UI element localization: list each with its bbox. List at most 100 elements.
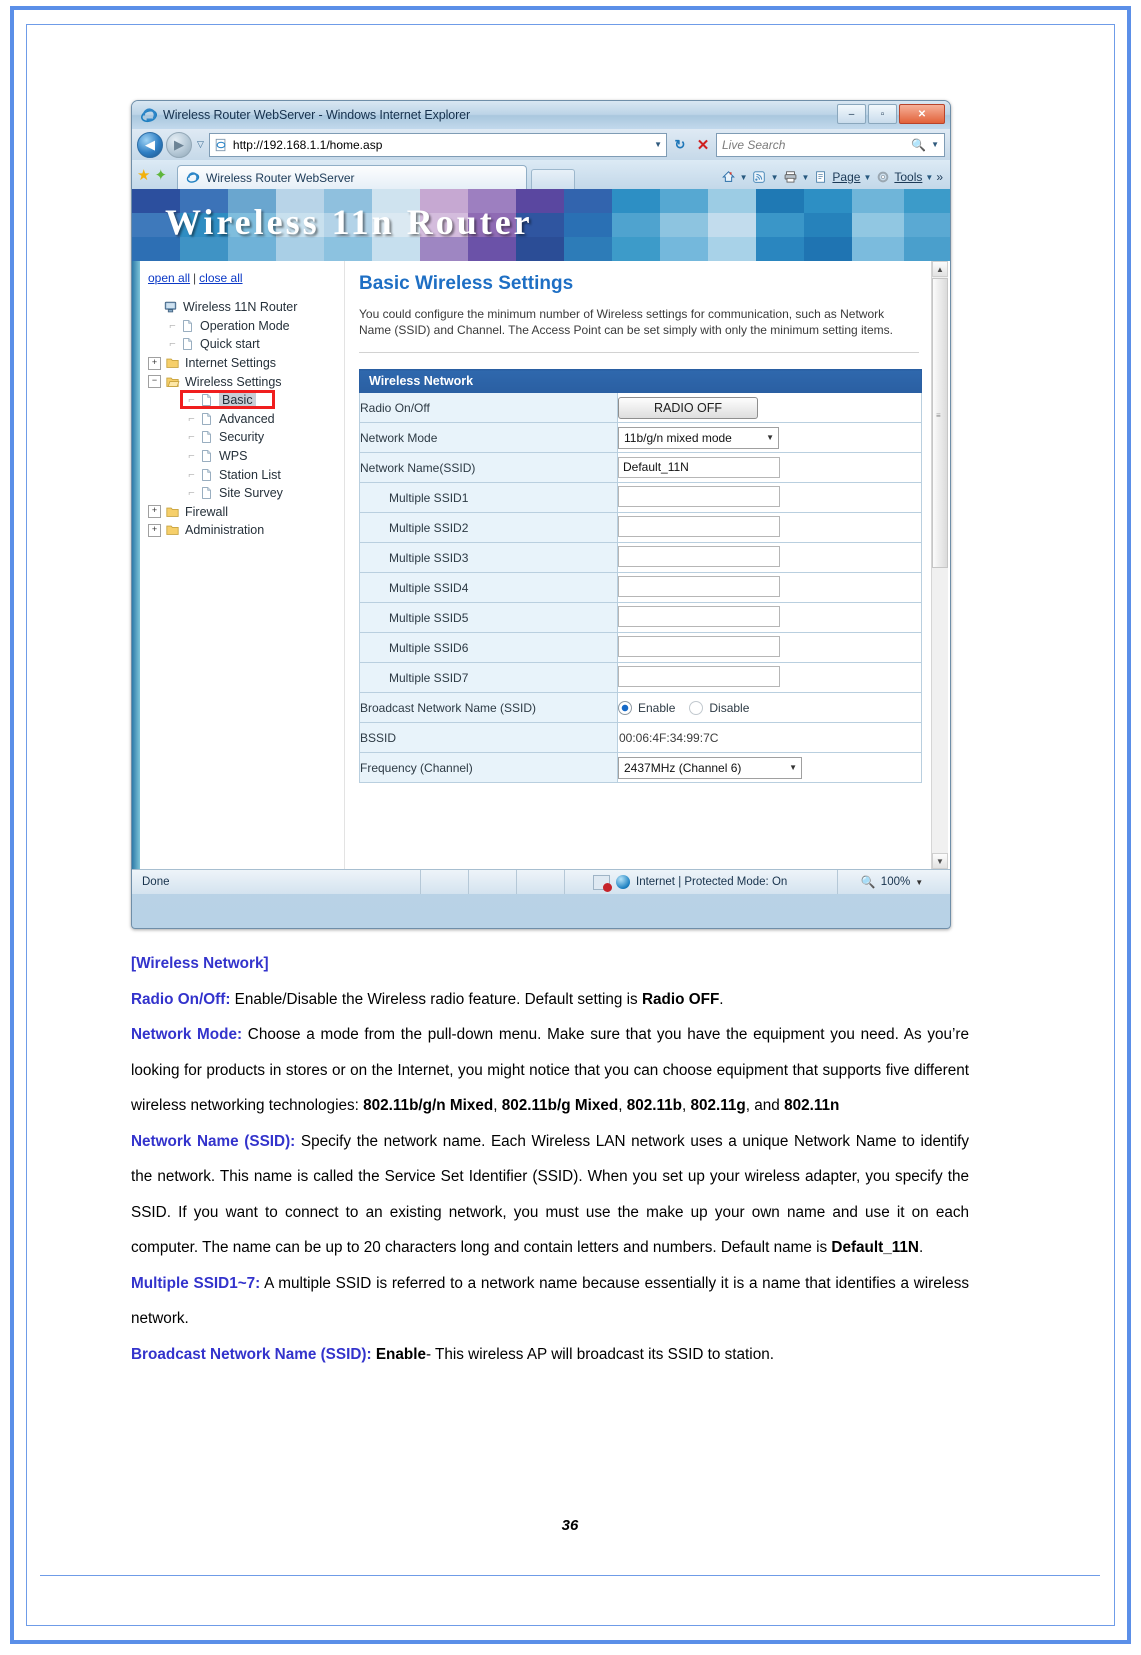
close-button[interactable]: ✕	[899, 104, 945, 124]
network-mode-bold-2: 802.11b/g Mixed	[501, 1097, 619, 1114]
page-title: Basic Wireless Settings	[359, 273, 574, 294]
tree-item-wps[interactable]: ⌐ WPS	[148, 447, 344, 466]
browser-command-bar: ▼ ▼ ▼ Page ▼ Tools ▼ »	[720, 169, 945, 185]
multi-ssid7-input[interactable]	[618, 665, 780, 687]
status-slot-1	[421, 870, 469, 894]
chevron-down-icon: ▼	[766, 433, 774, 442]
status-zoom-control[interactable]: 🔍 100% ▼	[838, 870, 946, 894]
home-button[interactable]: ▼	[720, 169, 748, 185]
tree-item-internet-settings[interactable]: + Internet Settings	[148, 354, 344, 373]
window-controls[interactable]: – ▫ ✕	[837, 104, 945, 124]
multi-ssid2-input[interactable]	[618, 515, 780, 537]
forward-button[interactable]: ▶	[166, 131, 192, 158]
browser-address-bar: ◀ ▶ ▽ http://192.168.1.1/home.asp ▼ ↻ ✕ …	[132, 129, 950, 160]
new-tab-button[interactable]	[531, 169, 576, 189]
expand-icon[interactable]: +	[148, 523, 161, 537]
expand-icon[interactable]: +	[148, 356, 161, 370]
radio-enable-selected-icon[interactable]	[618, 700, 632, 715]
search-icon[interactable]: 🔍	[911, 138, 926, 152]
tree-item-security[interactable]: ⌐ Security	[148, 428, 344, 447]
tree-item-label: WPS	[219, 449, 248, 464]
network-mode-select[interactable]: 11b/g/n mixed mode ▼	[618, 426, 779, 449]
radio-onoff-button[interactable]: RADIO OFF	[618, 396, 758, 419]
address-url-text: http://192.168.1.1/home.asp	[232, 137, 383, 152]
page-icon	[183, 338, 192, 351]
row-value-multi-ssid4	[617, 572, 922, 603]
tree-item-wireless-settings[interactable]: − Wireless Settings	[148, 372, 344, 391]
radio-disable-label[interactable]: Disable	[709, 701, 749, 715]
page-scrollbar[interactable]: ▲ ≡ ▼	[931, 261, 948, 869]
page-menu-button[interactable]: Page ▼	[812, 169, 871, 185]
minimize-button[interactable]: –	[837, 104, 866, 124]
blocked-popup-icon[interactable]	[593, 874, 612, 892]
network-mode-paragraph: Network Mode: Choose a mode from the pul…	[131, 1017, 969, 1124]
collapse-icon[interactable]: −	[148, 375, 161, 389]
scroll-up-arrow-icon[interactable]: ▲	[932, 261, 948, 277]
tree-item-advanced[interactable]: ⌐ Advanced	[148, 410, 344, 429]
tree-item-label: Operation Mode	[200, 318, 290, 333]
search-dropdown-icon[interactable]: ▼	[931, 140, 939, 149]
tree-item-label: Firewall	[185, 504, 229, 519]
radio-enable-label[interactable]: Enable	[638, 701, 675, 715]
page-description: You could configure the minimum number o…	[359, 307, 894, 337]
tree-item-firewall[interactable]: + Firewall	[148, 503, 344, 522]
scrollbar-thumb[interactable]	[932, 278, 948, 568]
browser-tab[interactable]: Wireless Router WebServer	[177, 165, 528, 189]
page-menu-label[interactable]: Page	[832, 170, 860, 184]
close-all-link[interactable]: close all	[199, 271, 242, 285]
print-button[interactable]: ▼	[782, 169, 810, 185]
table-row-frequency: Frequency (Channel) 2437MHz (Channel 6) …	[359, 752, 922, 783]
address-dropdown-icon[interactable]: ▼	[654, 140, 662, 149]
tools-menu-button[interactable]: Tools ▼	[874, 169, 933, 185]
tree-item-label: Advanced	[219, 411, 275, 426]
multi-ssid6-input[interactable]	[618, 635, 780, 657]
command-overflow-button[interactable]: »	[936, 170, 943, 184]
tree-item-operation-mode[interactable]: ⌐ Operation Mode	[148, 317, 344, 336]
multi-ssid4-input[interactable]	[618, 575, 780, 597]
scroll-down-arrow-icon[interactable]: ▼	[932, 853, 948, 869]
tree-item-site-survey[interactable]: ⌐ Site Survey	[148, 484, 344, 503]
zoom-caret-icon[interactable]: ▼	[915, 878, 923, 887]
print-caret-icon[interactable]: ▼	[802, 173, 810, 182]
print-icon	[782, 169, 799, 185]
home-caret-icon[interactable]: ▼	[740, 173, 748, 182]
search-input[interactable]: Live Search 🔍 ▼	[716, 132, 945, 157]
favorites-star-icon[interactable]: ★	[137, 166, 150, 184]
status-security-zone[interactable]: Internet | Protected Mode: On	[565, 870, 838, 894]
add-favorite-icon[interactable]: ✦	[154, 166, 167, 184]
address-input[interactable]: http://192.168.1.1/home.asp ▼	[208, 132, 667, 157]
tree-item-administration[interactable]: + Administration	[148, 521, 344, 540]
expand-icon[interactable]: +	[148, 505, 161, 519]
page-icon	[202, 412, 211, 425]
history-dropdown-icon[interactable]: ▽	[195, 139, 206, 150]
ssid-heading: Network Name (SSID):	[131, 1132, 296, 1150]
tree-item-station-list[interactable]: ⌐ Station List	[148, 465, 344, 484]
back-button[interactable]: ◀	[137, 131, 163, 158]
section-heading: [Wireless Network]	[131, 955, 269, 972]
stop-icon[interactable]: ✕	[693, 134, 713, 155]
tree-item-wireless-11n-router[interactable]: Wireless 11N Router	[148, 298, 344, 317]
multi-ssid3-input[interactable]	[618, 545, 780, 567]
router-navigation-tree: open all | close all Wireless 11N Router ⌐…	[140, 261, 345, 869]
multi-ssid1-input[interactable]	[618, 485, 780, 507]
tree-item-basic[interactable]: ⌐ Basic	[148, 389, 344, 410]
page-caret-icon[interactable]: ▼	[863, 173, 871, 182]
tools-caret-icon[interactable]: ▼	[925, 173, 933, 182]
refresh-icon[interactable]: ↻	[670, 134, 690, 155]
internet-zone-globe-icon	[616, 875, 630, 889]
radio-disable-icon[interactable]	[689, 700, 704, 715]
ssid-paragraph: Network Name (SSID): Specify the network…	[131, 1124, 969, 1266]
tree-item-quick-start[interactable]: ⌐ Quick start	[148, 335, 344, 354]
open-all-link[interactable]: open all	[148, 271, 190, 285]
ssid-input[interactable]: Default_11N	[618, 457, 780, 478]
maximize-button[interactable]: ▫	[868, 104, 897, 124]
home-icon	[720, 169, 737, 185]
network-mode-sep-1: ,	[493, 1097, 502, 1114]
tree-connector: ⌐	[188, 450, 195, 463]
feeds-caret-icon[interactable]: ▼	[771, 173, 779, 182]
tools-menu-label[interactable]: Tools	[894, 170, 922, 184]
feeds-button[interactable]: ▼	[751, 169, 779, 185]
tree-item-label: Station List	[219, 467, 281, 482]
frequency-channel-select[interactable]: 2437MHz (Channel 6) ▼	[618, 756, 802, 779]
multi-ssid5-input[interactable]	[618, 605, 780, 627]
